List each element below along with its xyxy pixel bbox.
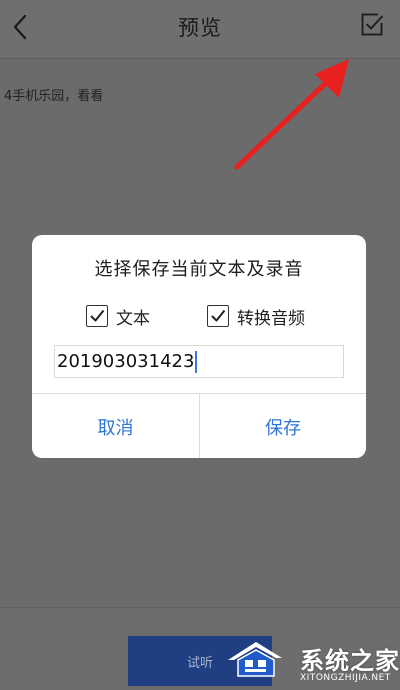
option-text-label: 文本 bbox=[116, 308, 150, 329]
option-audio-checkbox[interactable]: 转换音频 bbox=[207, 304, 305, 329]
dialog-title: 选择保存当前文本及录音 bbox=[94, 259, 304, 280]
red-arrow-annotation bbox=[234, 59, 349, 170]
option-audio-label: 转换音频 bbox=[237, 308, 305, 329]
cancel-button[interactable]: 取消 bbox=[32, 394, 199, 458]
checkbox-checked-icon[interactable] bbox=[86, 305, 108, 327]
text-cursor bbox=[195, 350, 198, 373]
save-button[interactable]: 保存 bbox=[200, 394, 366, 458]
preview-text: 4手机乐园，看看 bbox=[4, 89, 104, 104]
watermark-site: XITONGZHIJIA.NET bbox=[300, 673, 391, 683]
watermark-brand: 系统之家 bbox=[300, 647, 400, 675]
watermark: 系统之家 XITONGZHIJIA.NET bbox=[222, 636, 400, 689]
page-title: 预览 bbox=[178, 16, 222, 40]
option-text-checkbox[interactable]: 文本 bbox=[86, 304, 150, 329]
house-logo-icon bbox=[228, 642, 282, 677]
dialog-actions: 取消 保存 bbox=[32, 393, 366, 458]
checkbox-check-icon[interactable] bbox=[359, 12, 385, 38]
filename-value: 201903031423 bbox=[57, 351, 195, 372]
checkbox-checked-icon[interactable] bbox=[207, 305, 229, 327]
filename-input[interactable]: 201903031423 bbox=[54, 345, 344, 378]
save-dialog: 选择保存当前文本及录音 文本 转换音频 201903031423 取消 保存 bbox=[32, 235, 366, 458]
